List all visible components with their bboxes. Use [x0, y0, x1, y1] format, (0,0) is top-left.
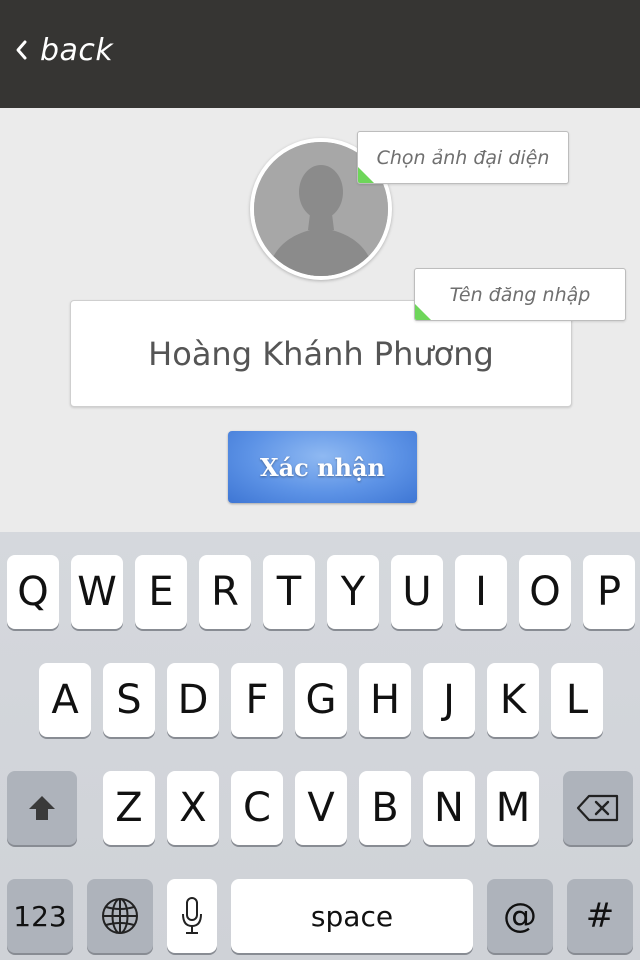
key-y[interactable]: Y — [327, 555, 379, 629]
space-key[interactable]: space — [231, 879, 473, 953]
key-n[interactable]: N — [423, 771, 475, 845]
key-k[interactable]: K — [487, 663, 539, 737]
globe-icon — [102, 898, 138, 934]
key-c[interactable]: C — [231, 771, 283, 845]
dictation-key[interactable] — [167, 879, 217, 953]
username-hint-tooltip: Tên đăng nhập — [414, 268, 626, 321]
key-u[interactable]: U — [391, 555, 443, 629]
microphone-icon — [182, 897, 202, 934]
back-label: back — [40, 32, 114, 68]
onscreen-keyboard: Q W E R T Y U I O P A S D F G H J K L Z … — [0, 532, 640, 960]
key-s[interactable]: S — [103, 663, 155, 737]
hash-key[interactable]: # — [567, 879, 633, 953]
key-o[interactable]: O — [519, 555, 571, 629]
chevron-left-icon — [14, 30, 34, 70]
key-v[interactable]: V — [295, 771, 347, 845]
back-button[interactable]: back — [14, 30, 113, 70]
key-p[interactable]: P — [583, 555, 635, 629]
key-t[interactable]: T — [263, 555, 315, 629]
confirm-button[interactable]: Xác nhận — [228, 431, 417, 503]
key-f[interactable]: F — [231, 663, 283, 737]
key-q[interactable]: Q — [7, 555, 59, 629]
key-g[interactable]: G — [295, 663, 347, 737]
key-x[interactable]: X — [167, 771, 219, 845]
key-r[interactable]: R — [199, 555, 251, 629]
key-a[interactable]: A — [39, 663, 91, 737]
shift-key[interactable] — [7, 771, 77, 845]
confirm-label: Xác nhận — [259, 452, 386, 482]
username-hint-label: Tên đăng nhập — [449, 283, 591, 306]
key-j[interactable]: J — [423, 663, 475, 737]
top-bar: back — [0, 0, 640, 108]
at-key[interactable]: @ — [487, 879, 553, 953]
key-b[interactable]: B — [359, 771, 411, 845]
numbers-key[interactable]: 123 — [7, 879, 73, 953]
tooltip-marker — [415, 304, 431, 320]
backspace-key[interactable] — [563, 771, 633, 845]
avatar-hint-label: Chọn ảnh đại diện — [376, 146, 550, 169]
globe-key[interactable] — [87, 879, 153, 953]
key-d[interactable]: D — [167, 663, 219, 737]
backspace-icon — [576, 794, 619, 822]
key-i[interactable]: I — [455, 555, 507, 629]
key-m[interactable]: M — [487, 771, 539, 845]
avatar-hint-tooltip: Chọn ảnh đại diện — [357, 131, 569, 184]
key-e[interactable]: E — [135, 555, 187, 629]
key-h[interactable]: H — [359, 663, 411, 737]
tooltip-marker — [358, 167, 374, 183]
key-z[interactable]: Z — [103, 771, 155, 845]
shift-icon — [29, 796, 55, 820]
key-w[interactable]: W — [71, 555, 123, 629]
username-value: Hoàng Khánh Phương — [148, 334, 494, 373]
key-l[interactable]: L — [551, 663, 603, 737]
